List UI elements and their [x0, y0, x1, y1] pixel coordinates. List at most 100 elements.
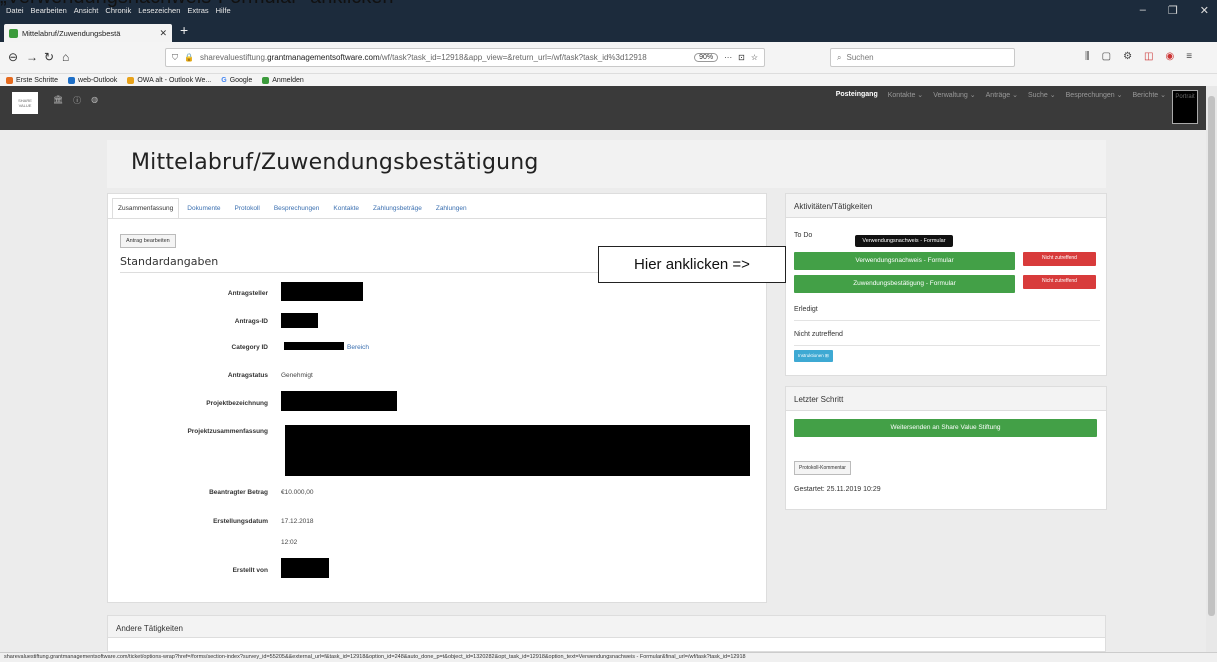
not-applicable-button-1[interactable]: Nicht zutreffend — [1023, 252, 1096, 266]
tab-zusammenfassung[interactable]: Zusammenfassung — [112, 198, 180, 218]
nav-besprechungen[interactable]: Besprechungen ⌄ — [1066, 91, 1123, 99]
todo-label: To Do — [794, 232, 813, 239]
done-label: Erledigt — [794, 306, 818, 313]
bookmark-star-icon[interactable]: ☆ — [751, 53, 758, 62]
other-activities-title: Andere Tätigkeiten — [108, 616, 1105, 638]
addon-icon[interactable]: ◉ — [1165, 51, 1174, 62]
pocket-icon[interactable]: ⊡ — [738, 53, 745, 62]
last-step-title: Letzter Schritt — [786, 387, 1106, 411]
url-bar[interactable]: ⛉ 🔒 sharevaluestiftung.grantmanagementso… — [165, 48, 765, 67]
bookmarks-bar: Erste Schritte web-Outlook OWA alt - Out… — [0, 74, 1217, 86]
bookmark-google[interactable]: G Google — [221, 77, 252, 84]
detail-tabs: Zusammenfassung Dokumente Protokoll Besp… — [108, 194, 766, 219]
label-beantragter-betrag: Beantragter Betrag — [209, 489, 268, 496]
maximize-icon[interactable]: ❐ — [1168, 4, 1178, 17]
redacted-projektbezeichnung — [281, 391, 397, 411]
browser-tabstrip: Mittelabruf/Zuwendungsbestä ✕ + — [0, 21, 1217, 42]
nav-posteingang[interactable]: Posteingang — [836, 91, 878, 99]
bookmark-erste-schritte[interactable]: Erste Schritte — [6, 76, 58, 84]
redacted-antrags-id — [281, 313, 318, 328]
minimize-icon[interactable]: – — [1140, 4, 1146, 17]
tab-kontakte[interactable]: Kontakte — [327, 198, 365, 218]
home-icon[interactable]: ⌂ — [62, 50, 69, 64]
activities-title: Aktivitäten/Tätigkeiten — [786, 194, 1106, 218]
nav-antraege[interactable]: Anträge ⌄ — [986, 91, 1018, 99]
label-erstellt-von: Erstellt von — [232, 567, 268, 574]
close-tab-icon[interactable]: ✕ — [159, 28, 167, 39]
activities-divider-1 — [794, 320, 1100, 321]
instruction-caption: „Verwendungsnachweis-Formular“ anklicken — [0, 0, 700, 8]
bookmark-web-outlook[interactable]: web-Outlook — [68, 76, 117, 84]
institution-icon[interactable]: 🏛 — [53, 95, 63, 106]
redacted-category-id — [284, 342, 344, 350]
title-box: Mittelabruf/Zuwendungsbestätigung — [107, 140, 1106, 188]
activities-panel: Aktivitäten/Tätigkeiten To Do Verwendung… — [785, 193, 1107, 376]
nav-berichte[interactable]: Berichte ⌄ — [1133, 91, 1167, 99]
value-erstellungsdatum: 17.12.2018 — [281, 518, 314, 525]
redacted-antragsteller — [281, 282, 363, 301]
main-navigation: Posteingang Kontakte ⌄ Verwaltung ⌄ Antr… — [836, 91, 1166, 99]
menu-icon[interactable]: ≡ — [1186, 51, 1192, 62]
new-tab-icon[interactable]: + — [180, 22, 188, 38]
instructions-button[interactable]: Instruktionen ⊞ — [794, 350, 833, 362]
firefox-icon — [6, 76, 13, 84]
search-input[interactable]: ⌕ Suchen — [830, 48, 1015, 67]
edit-application-button[interactable]: Antrag bearbeiten — [120, 234, 176, 248]
not-applicable-button-2[interactable]: Nicht zutreffend — [1023, 275, 1096, 289]
outlook-icon — [68, 76, 76, 84]
nav-kontakte[interactable]: Kontakte ⌄ — [888, 91, 923, 99]
pocket-toolbar-icon[interactable]: ◫ — [1144, 51, 1153, 62]
label-antragsteller: Antragsteller — [227, 290, 268, 297]
click-here-callout: Hier anklicken => — [598, 246, 786, 283]
activities-divider-2 — [794, 345, 1100, 346]
protocol-comment-button[interactable]: Protokoll-Kommentar — [794, 461, 851, 475]
tab-protokoll[interactable]: Protokoll — [229, 198, 266, 218]
label-erstellungsdatum: Erstellungsdatum — [213, 518, 268, 525]
zuwendungsbestaetigung-button[interactable]: Zuwendungsbestätigung - Formular — [794, 275, 1015, 293]
owa-icon — [127, 76, 135, 84]
more-icon[interactable]: ··· — [724, 53, 732, 62]
not-applicable-label: Nicht zutreffend — [794, 331, 843, 338]
close-window-icon[interactable]: ✕ — [1200, 4, 1209, 17]
verwendungsnachweis-button[interactable]: Verwendungsnachweis - Formular — [794, 252, 1015, 270]
app-logo[interactable]: SHARE VALUE — [12, 92, 38, 114]
bookmark-anmelden[interactable]: Anmelden — [262, 76, 304, 84]
help-icon[interactable]: ◍ — [91, 95, 98, 106]
browser-navbar: ⊖ → ↻ ⌂ ⛉ 🔒 sharevaluestiftung.grantmana… — [0, 42, 1217, 74]
page-title: Mittelabruf/Zuwendungsbestätigung — [131, 150, 539, 175]
library-icon[interactable]: ⫼ — [1085, 51, 1090, 62]
info-icon[interactable]: ⓘ — [73, 95, 81, 106]
section-title: Standardangaben — [120, 255, 219, 268]
tab-zahlungsbetraege[interactable]: Zahlungsbeträge — [367, 198, 428, 218]
extension-icon[interactable]: ⚙ — [1123, 51, 1132, 62]
browser-tab[interactable]: Mittelabruf/Zuwendungsbestä ✕ — [4, 24, 172, 42]
button-tooltip: Verwendungsnachweis - Formular — [855, 235, 953, 247]
label-projektbezeichnung: Projektbezeichnung — [206, 400, 268, 407]
site-icon — [262, 76, 270, 84]
lock-icon[interactable]: 🔒 — [184, 53, 194, 62]
scrollbar-thumb[interactable] — [1208, 96, 1215, 616]
started-timestamp: Gestartet: 25.11.2019 10:29 — [794, 486, 881, 493]
tab-zahlungen[interactable]: Zahlungen — [430, 198, 473, 218]
nav-verwaltung[interactable]: Verwaltung ⌄ — [933, 91, 975, 99]
nav-suche[interactable]: Suche ⌄ — [1028, 91, 1056, 99]
zoom-level[interactable]: 90% — [694, 53, 719, 62]
shield-icon[interactable]: ⛉ — [172, 53, 178, 63]
browser-tab-title: Mittelabruf/Zuwendungsbestä — [22, 28, 121, 38]
forward-to-foundation-button[interactable]: Weitersenden an Share Value Stiftung — [794, 419, 1097, 437]
site-favicon-icon — [9, 28, 18, 38]
value-antragstatus: Genehmigt — [281, 372, 313, 379]
tab-dokumente[interactable]: Dokumente — [181, 198, 226, 218]
last-step-panel: Letzter Schritt Weitersenden an Share Va… — [785, 386, 1107, 510]
reload-icon[interactable]: ↻ — [44, 50, 54, 64]
tab-besprechungen[interactable]: Besprechungen — [268, 198, 326, 218]
category-link[interactable]: Bereich — [347, 344, 369, 351]
forward-icon[interactable]: → — [26, 50, 38, 64]
label-antrags-id: Antrags-ID — [234, 318, 268, 325]
bookmark-owa[interactable]: OWA alt - Outlook We... — [127, 76, 211, 84]
value-beantragter-betrag: €10.000,00 — [281, 489, 314, 496]
search-icon: ⌕ — [837, 52, 842, 62]
sidebar-icon[interactable]: ▢ — [1102, 51, 1111, 62]
user-portrait[interactable]: Portrait — [1172, 90, 1198, 124]
back-icon[interactable]: ⊖ — [8, 50, 18, 64]
